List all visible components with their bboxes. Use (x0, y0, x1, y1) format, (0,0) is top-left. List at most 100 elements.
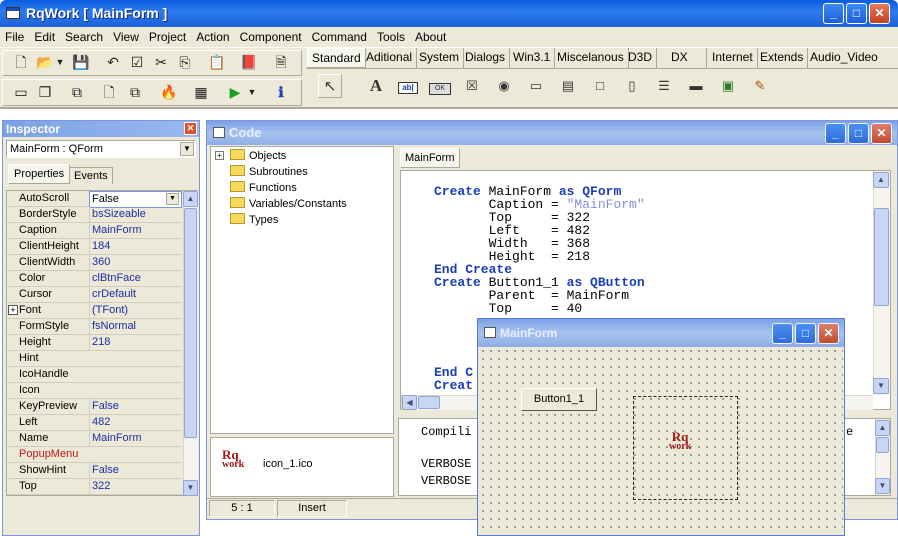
menu-file[interactable]: File (0, 27, 29, 47)
autoscroll-dropdown-icon[interactable]: ▼ (166, 193, 179, 205)
property-value[interactable]: MainForm (89, 223, 182, 238)
property-row[interactable]: Top 322 (6, 479, 182, 495)
object-selector[interactable]: MainForm : QForm ▼ (6, 140, 196, 158)
property-row[interactable]: BorderStyle bsSizeable (6, 207, 182, 223)
property-row[interactable]: Name MainForm (6, 431, 182, 447)
property-row[interactable]: Hint (6, 351, 182, 367)
property-scroll-thumb[interactable] (184, 208, 197, 438)
label-component-icon[interactable]: A (364, 74, 388, 98)
palette-tab-audio-video[interactable]: Audio_Video (806, 48, 882, 68)
menu-component[interactable]: Component (235, 27, 307, 47)
output-scroll-thumb[interactable] (876, 437, 889, 453)
property-row[interactable]: Icon (6, 383, 182, 399)
property-row[interactable]: KeyPreview False (6, 399, 182, 415)
copy-form-icon[interactable]: ⧉ (66, 81, 88, 103)
cascade-windows-icon[interactable]: ❐ (34, 81, 56, 103)
menu-edit[interactable]: Edit (29, 27, 60, 47)
palette-tab-aditional[interactable]: Aditional (362, 48, 418, 68)
tree-expand-icon[interactable]: + (215, 151, 224, 160)
editor-scroll-up-icon[interactable]: ▲ (873, 172, 889, 188)
tab-mainform[interactable]: MainForm (400, 148, 460, 168)
menu-project[interactable]: Project (144, 27, 191, 47)
palette-tab-dx[interactable]: DX (667, 48, 707, 68)
main-title-bar[interactable]: RqWork [ MainForm ] _ □ ✕ (0, 0, 898, 28)
property-value[interactable]: False (89, 399, 182, 414)
open-folder-icon[interactable]: 📂 (34, 51, 56, 73)
image-component-icon[interactable]: ▣ (716, 74, 740, 98)
tab-properties[interactable]: Properties (8, 164, 71, 184)
code-maximize-button[interactable]: □ (848, 123, 869, 144)
help-book-icon[interactable]: 📕 (238, 51, 260, 73)
cut-icon[interactable]: ✂ (150, 51, 172, 73)
menu-action[interactable]: Action (191, 27, 234, 47)
palette-tab-standard[interactable]: Standard (307, 48, 366, 68)
property-row[interactable]: Cursor crDefault (6, 287, 182, 303)
palette-tab-win31[interactable]: Win3.1 (509, 48, 556, 68)
menu-view[interactable]: View (108, 27, 144, 47)
property-value[interactable]: clBtnFace (89, 271, 182, 286)
property-row[interactable]: Left 482 (6, 415, 182, 431)
run-icon[interactable]: ▶ (224, 81, 246, 103)
menu-about[interactable]: About (410, 27, 451, 47)
save-icon[interactable]: 💾 (70, 51, 92, 73)
property-value[interactable]: False (89, 463, 182, 478)
property-row[interactable]: ClientHeight 184 (6, 239, 182, 255)
editor-scroll-left-icon[interactable]: ◀ (402, 395, 417, 410)
property-row[interactable]: ClientWidth 360 (6, 255, 182, 271)
property-scroll-up-icon[interactable]: ▲ (183, 191, 198, 207)
undo-icon[interactable]: ↶ (102, 51, 124, 73)
property-value[interactable]: 322 (89, 479, 182, 494)
palette-tab-internet[interactable]: Internet (708, 48, 758, 68)
code-title-bar[interactable]: Code _ □ ✕ (207, 121, 897, 145)
inspector-title-bar[interactable]: Inspector ✕ (3, 121, 199, 137)
paste-icon[interactable]: 📋 (206, 51, 228, 73)
property-row[interactable]: Color clBtnFace (6, 271, 182, 287)
property-value[interactable]: MainForm (89, 431, 182, 446)
code-minimize-button[interactable]: _ (825, 123, 846, 144)
checkbox-component-icon[interactable]: ☒ (460, 74, 484, 98)
chevron-down-icon[interactable]: ▼ (180, 142, 194, 156)
memo-component-icon[interactable]: ☰ (652, 74, 676, 98)
form-title-bar[interactable]: MainForm _ □ ✕ (478, 319, 844, 347)
form-maximize-button[interactable]: □ (795, 323, 816, 344)
menu-search[interactable]: Search (60, 27, 108, 47)
info-icon[interactable]: ℹ (270, 81, 292, 103)
property-row[interactable]: PopupMenu (6, 447, 182, 463)
property-row[interactable]: FormStyle fsNormal (6, 319, 182, 335)
property-row[interactable]: IcoHandle (6, 367, 182, 383)
editor-hscroll-thumb[interactable] (418, 396, 440, 409)
form-button1[interactable]: Button1_1 (521, 388, 597, 411)
output-scroll-down-icon[interactable]: ▼ (875, 478, 890, 494)
menu-command[interactable]: Command (307, 27, 372, 47)
icon-file-name[interactable]: icon_1.ico (263, 458, 313, 470)
property-value[interactable]: (TFont) (89, 303, 182, 318)
property-value[interactable]: 360 (89, 255, 182, 270)
property-value[interactable]: 218 (89, 335, 182, 350)
form-minimize-button[interactable]: _ (772, 323, 793, 344)
output-scroll-up-icon[interactable]: ▲ (875, 420, 890, 436)
palette-tab-miscelanous[interactable]: Miscelanous (553, 48, 629, 68)
close-button[interactable]: ✕ (869, 3, 890, 24)
button-component-icon[interactable]: OK (428, 74, 452, 98)
property-row[interactable]: Height 218 (6, 335, 182, 351)
font-expand-icon[interactable]: + (8, 305, 18, 315)
property-row[interactable]: Caption MainForm (6, 223, 182, 239)
property-row[interactable]: ShowHint False (6, 463, 182, 479)
property-row[interactable]: AutoScroll False (6, 191, 182, 208)
groupbox-component-icon[interactable]: ▯ (620, 74, 644, 98)
property-value[interactable]: 482 (89, 415, 182, 430)
compile-icon[interactable]: ▦ (190, 81, 212, 103)
properties-icon[interactable]: ☑ (126, 51, 148, 73)
palette-tab-system[interactable]: System (415, 48, 465, 68)
maximize-button[interactable]: □ (846, 3, 867, 24)
panel-component-icon[interactable]: □ (588, 74, 612, 98)
tab-events[interactable]: Events (69, 167, 113, 184)
palette-tab-dialogs[interactable]: Dialogs (461, 48, 511, 68)
canvas-component-icon[interactable]: ✎ (748, 74, 772, 98)
toggle-form-icon[interactable]: 🔥 (158, 81, 180, 103)
inspector-close-icon[interactable]: ✕ (184, 122, 197, 135)
new-file-icon[interactable]: 🗋 (10, 51, 32, 73)
palette-tab-d3d[interactable]: D3D (624, 48, 658, 68)
tree-item-subroutines[interactable]: Subroutines (230, 164, 308, 180)
run-dropdown-icon[interactable]: ▼ (246, 81, 258, 103)
